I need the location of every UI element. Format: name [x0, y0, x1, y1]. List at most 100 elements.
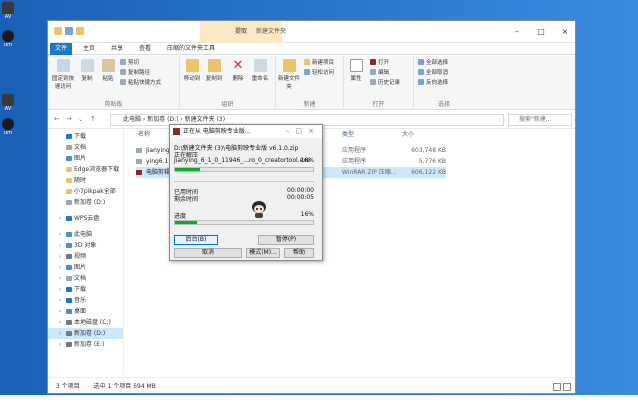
sidebar-item-wps-cloud[interactable]: WPS云盘	[48, 213, 123, 224]
rename-button[interactable]: 重命名	[250, 59, 270, 82]
sidebar-item-videos[interactable]: 视频	[48, 251, 123, 262]
pause-button[interactable]: 暂停(P)	[258, 235, 314, 245]
video-icon	[66, 254, 72, 259]
column-header-size[interactable]: 大小	[402, 129, 414, 141]
delete-x-icon: ✕	[232, 58, 244, 73]
maximize-icon[interactable]: □	[529, 21, 553, 43]
sidebar-item-drive-d-quick[interactable]: 新加卷 (D:)	[48, 197, 123, 208]
mode-button[interactable]: 模式(M)...	[246, 248, 280, 258]
invert-label: 反向选择	[426, 80, 449, 86]
search-input[interactable]: 搜索"新建...	[508, 114, 572, 126]
properties-button[interactable]: 属性	[346, 59, 366, 82]
open-button[interactable]: 打开	[370, 59, 389, 68]
sidebar-item-3d-objects[interactable]: 3D 对象	[48, 240, 123, 251]
group-label: 打开	[372, 101, 385, 108]
sidebar-label: 图片	[74, 264, 87, 271]
tab-compressed-tools[interactable]: 压缩的文件夹工具	[160, 43, 222, 55]
move-to-button[interactable]: 移动到	[182, 59, 202, 82]
new-folder-button[interactable]: 新建文件夹	[278, 59, 300, 90]
tab-view[interactable]: 查看	[134, 43, 156, 55]
minimize-icon[interactable]: –	[286, 127, 296, 135]
sidebar-item-documents[interactable]: 文档	[48, 142, 123, 153]
folder-icon[interactable]	[54, 27, 62, 35]
copy-path-button[interactable]: 复制路径	[120, 69, 150, 78]
sidebar-item-pictures-pc[interactable]: 图片	[48, 262, 123, 273]
desktop-icon-4[interactable]: um	[0, 118, 16, 136]
minimize-icon[interactable]: –	[505, 21, 529, 43]
copy-button[interactable]: 复制	[77, 59, 97, 82]
pin-button[interactable]: 固定到快速访问	[50, 59, 76, 90]
group-clipboard: 固定到快速访问 复制 粘贴 剪切 复制路径 粘贴快捷方式 剪贴板	[48, 56, 180, 110]
help-button[interactable]: 帮助	[284, 248, 314, 258]
tab-home[interactable]: 主页	[78, 43, 100, 55]
forward-arrow-icon[interactable]: →	[66, 115, 72, 123]
exe-icon	[136, 148, 142, 153]
new-item-button[interactable]: 新建项目	[304, 59, 334, 68]
sidebar-item-pictures[interactable]: 图片	[48, 153, 123, 164]
tab-file[interactable]: 文件	[50, 43, 72, 55]
sidebar-item-pikpak[interactable]: 小7pikpak全部	[48, 186, 123, 197]
copy-to-button[interactable]: 复制到	[204, 59, 224, 82]
column-header-type[interactable]: 类型	[342, 129, 354, 141]
cube-icon	[66, 243, 72, 248]
new-folder-big-icon	[282, 59, 296, 72]
copy-path-icon	[120, 69, 126, 75]
cancel-button[interactable]: 取消	[174, 248, 242, 258]
folder-icon	[66, 167, 72, 172]
desktop-icon-1[interactable]: AV	[0, 2, 16, 20]
select-all-button[interactable]: 全部选择	[418, 59, 448, 68]
move-to-label: 移动到	[183, 76, 201, 82]
desktop-icon-3[interactable]: AV	[0, 94, 16, 112]
details-view-icon[interactable]	[553, 383, 561, 391]
sidebar-item-anytime[interactable]: 随时	[48, 175, 123, 186]
close-icon[interactable]: ×	[308, 127, 320, 135]
sidebar-item-drive-c[interactable]: 本地磁盘 (C:)	[48, 317, 123, 328]
navigation-pane: 下载 文档 图片 Edge浏览器下载 随时 小7pikpak全部 新加卷 (D:…	[48, 129, 124, 375]
sidebar-item-edge-downloads[interactable]: Edge浏览器下载	[48, 164, 123, 175]
column-header-name[interactable]: 名称	[138, 129, 150, 141]
delete-button[interactable]: ✕ 删除	[228, 59, 248, 82]
edit-label: 编辑	[378, 70, 390, 76]
cut-button[interactable]: 剪切	[120, 59, 139, 68]
chevron-down-icon[interactable]: ⌄	[78, 116, 83, 123]
invert-icon	[418, 79, 424, 85]
back-arrow-icon[interactable]: ←	[54, 115, 60, 123]
sidebar-item-downloads-pc[interactable]: 下载	[48, 284, 123, 295]
sidebar-item-downloads[interactable]: 下载	[48, 131, 123, 142]
sidebar-item-documents-pc[interactable]: 文档	[48, 273, 123, 284]
large-icons-view-icon[interactable]	[563, 383, 571, 391]
up-arrow-icon[interactable]: ↑	[90, 115, 96, 123]
edit-button[interactable]: 编辑	[370, 69, 389, 78]
folder-icon	[66, 189, 72, 194]
new-folder-icon[interactable]	[76, 27, 84, 35]
sidebar-item-drive-e[interactable]: 新加卷 (E:)	[48, 339, 123, 350]
sidebar-item-desktop[interactable]: 桌面	[48, 306, 123, 317]
invert-selection-button[interactable]: 反向选择	[418, 79, 448, 88]
group-organize: 移动到 复制到 ✕ 删除 重命名 组织	[180, 56, 276, 110]
sidebar-item-this-pc[interactable]: 此电脑	[48, 229, 123, 240]
sidebar-label: 3D 对象	[74, 242, 97, 249]
sidebar-label: 下载	[74, 133, 87, 140]
dialog-window-controls: –□×	[286, 125, 320, 138]
sidebar-item-music[interactable]: 音乐	[48, 295, 123, 306]
rename-label: 重命名	[251, 76, 269, 82]
properties-icon[interactable]	[65, 27, 73, 35]
background-button[interactable]: 后台(B)	[174, 235, 218, 245]
sidebar-item-drive-d[interactable]: 新加卷 (D:)	[48, 328, 123, 339]
copy-icon	[80, 59, 94, 72]
desktop-icon-2[interactable]: um	[0, 30, 16, 48]
open-icon	[370, 59, 376, 65]
easy-access-button[interactable]: 轻松访问	[304, 69, 334, 78]
tab-share[interactable]: 共享	[106, 43, 128, 55]
status-bar: 3 个项目 选中 1 个项目 594 MB	[48, 377, 575, 393]
edit-icon	[370, 69, 376, 75]
select-none-button[interactable]: 全部取消	[418, 69, 448, 78]
maximize-icon[interactable]: □	[296, 127, 309, 135]
paste-shortcut-button[interactable]: 粘贴快捷方式	[120, 79, 161, 88]
close-icon[interactable]: ×	[553, 21, 575, 43]
sidebar-label: 小7pikpak全部	[74, 188, 116, 195]
history-button[interactable]: 历史记录	[370, 79, 400, 88]
paste-button[interactable]: 粘贴	[98, 59, 118, 82]
sidebar-label: 音乐	[74, 297, 87, 304]
scissors-icon	[120, 59, 126, 65]
